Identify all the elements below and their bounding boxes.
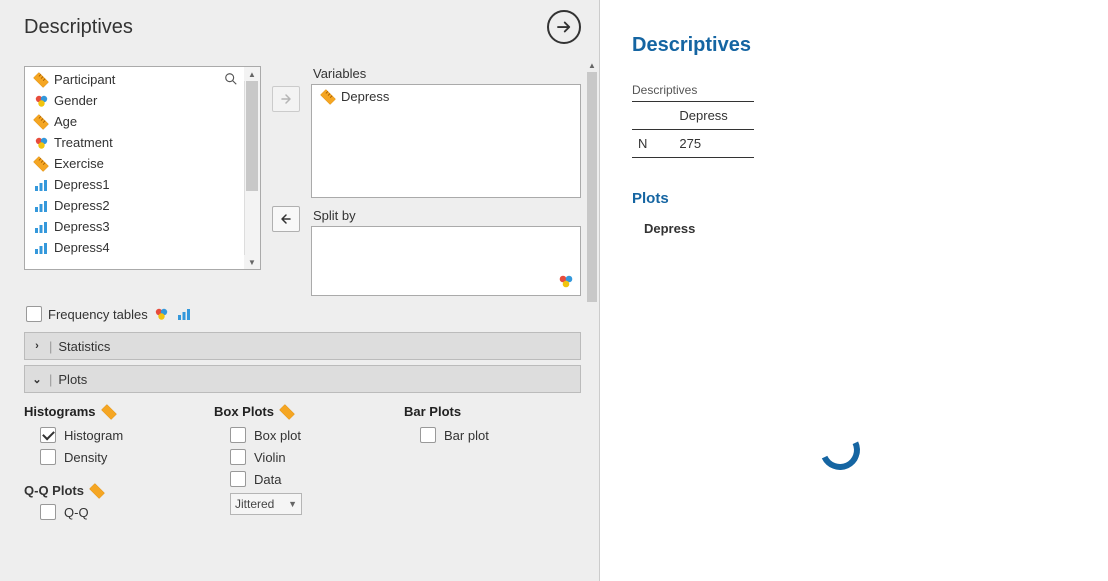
statistics-section-toggle[interactable]: › | Statistics [24,332,581,360]
options-panel: Descriptives Participant Gender Age Trea… [0,0,600,581]
plots-label: Plots [58,372,87,387]
caret-down-icon: ▼ [288,499,297,509]
plot-variable-name: Depress [644,221,1088,236]
table-col-header: Depress [673,102,753,130]
var-item[interactable]: Gender [25,90,260,111]
scroll-up-icon[interactable]: ▲ [585,58,599,72]
scale-icon [33,73,49,87]
nominal-icon [558,275,574,291]
nominal-icon [154,307,170,321]
var-item[interactable]: Treatment [25,132,260,153]
barplots-heading: Bar Plots [404,404,564,419]
var-item[interactable]: Depress4 [25,237,260,258]
histogram-option[interactable]: Histogram [40,427,184,443]
var-item[interactable]: Exercise [25,153,260,174]
available-variables-list[interactable]: Participant Gender Age Treatment Exercis… [24,66,261,270]
arrow-right-icon [555,18,573,36]
scale-icon [279,405,295,419]
plots-section-toggle[interactable]: ⌄ | Plots [24,365,581,393]
jitter-select[interactable]: Jittered▼ [230,493,302,515]
qq-checkbox[interactable] [40,504,56,520]
table-row-label: N [632,130,673,158]
density-option[interactable]: Density [40,449,184,465]
var-item[interactable]: Depress3 [25,216,260,237]
results-title: Descriptives [632,34,1088,57]
ordinal-icon [33,199,49,213]
variables-label: Variables [313,66,581,81]
qq-option[interactable]: Q-Q [40,504,184,520]
var-item[interactable]: Depress1 [25,174,260,195]
scale-icon [33,115,49,129]
frequency-tables-option[interactable]: Frequency tables [26,306,581,322]
nominal-icon [33,136,49,150]
move-from-splitby-button[interactable] [272,206,300,232]
scroll-up-icon[interactable]: ▲ [244,67,260,81]
boxplots-heading: Box Plots [214,404,374,419]
splitby-drop-target[interactable] [311,226,581,296]
loading-spinner-icon [814,424,865,475]
var-item[interactable]: Depress [312,85,580,107]
qq-heading: Q-Q Plots [24,483,184,498]
variables-drop-target[interactable]: Depress [311,84,581,198]
ordinal-icon [176,307,192,321]
var-list-scrollbar[interactable]: ▲ ▼ [244,67,260,269]
arrow-right-icon [280,93,292,105]
splitby-label: Split by [313,208,581,223]
violin-checkbox[interactable] [230,449,246,465]
results-table-caption: Descriptives [632,83,1088,97]
boxplot-option[interactable]: Box plot [230,427,374,443]
scale-icon [33,157,49,171]
chevron-right-icon: › [31,340,43,352]
table-row-value: 275 [673,130,753,158]
move-buttons-col [271,66,301,296]
plots-heading: Plots [632,190,1088,207]
var-item[interactable]: Depress2 [25,195,260,216]
histograms-heading: Histograms [24,404,184,419]
ordinal-icon [33,178,49,192]
move-to-variables-button[interactable] [272,86,300,112]
barplot-checkbox[interactable] [420,427,436,443]
histogram-checkbox[interactable] [40,427,56,443]
plots-section-content: Histograms Histogram Density Q-Q Plots Q… [24,398,581,526]
var-item[interactable]: Age [25,111,260,132]
var-item[interactable]: Participant [25,69,260,90]
frequency-tables-label: Frequency tables [48,307,148,322]
barplot-option[interactable]: Bar plot [420,427,564,443]
boxplot-checkbox[interactable] [230,427,246,443]
panel-body: Participant Gender Age Treatment Exercis… [0,58,599,581]
nominal-icon [33,94,49,108]
arrow-left-icon [280,213,292,225]
descriptives-table: Depress N275 [632,101,754,158]
chevron-down-icon: ⌄ [31,373,43,386]
scroll-thumb[interactable] [587,72,597,302]
ordinal-icon [33,220,49,234]
panel-scrollbar[interactable]: ▲ [585,58,599,578]
scroll-thumb[interactable] [246,81,258,191]
density-checkbox[interactable] [40,449,56,465]
panel-title: Descriptives [24,16,133,39]
run-arrow-button[interactable] [547,10,581,44]
data-option[interactable]: Data [230,471,374,487]
frequency-tables-checkbox[interactable] [26,306,42,322]
scroll-down-icon[interactable]: ▼ [244,255,260,269]
violin-option[interactable]: Violin [230,449,374,465]
scale-icon [101,405,117,419]
data-checkbox[interactable] [230,471,246,487]
panel-header: Descriptives [0,0,599,58]
statistics-label: Statistics [58,339,110,354]
scale-icon [89,484,105,498]
scale-icon [320,90,336,104]
ordinal-icon [33,241,49,255]
results-panel: Descriptives Descriptives Depress N275 P… [600,0,1108,581]
